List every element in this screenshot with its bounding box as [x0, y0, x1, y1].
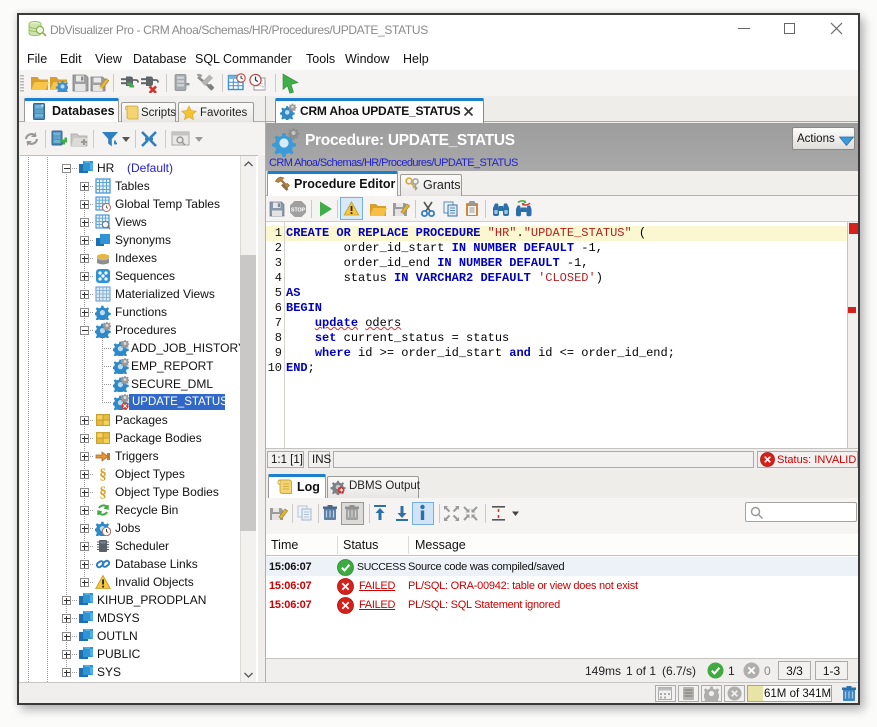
svg-text:§: §: [99, 467, 107, 482]
svg-text:STOP: STOP: [291, 208, 306, 214]
svg-text:§: §: [99, 485, 107, 500]
